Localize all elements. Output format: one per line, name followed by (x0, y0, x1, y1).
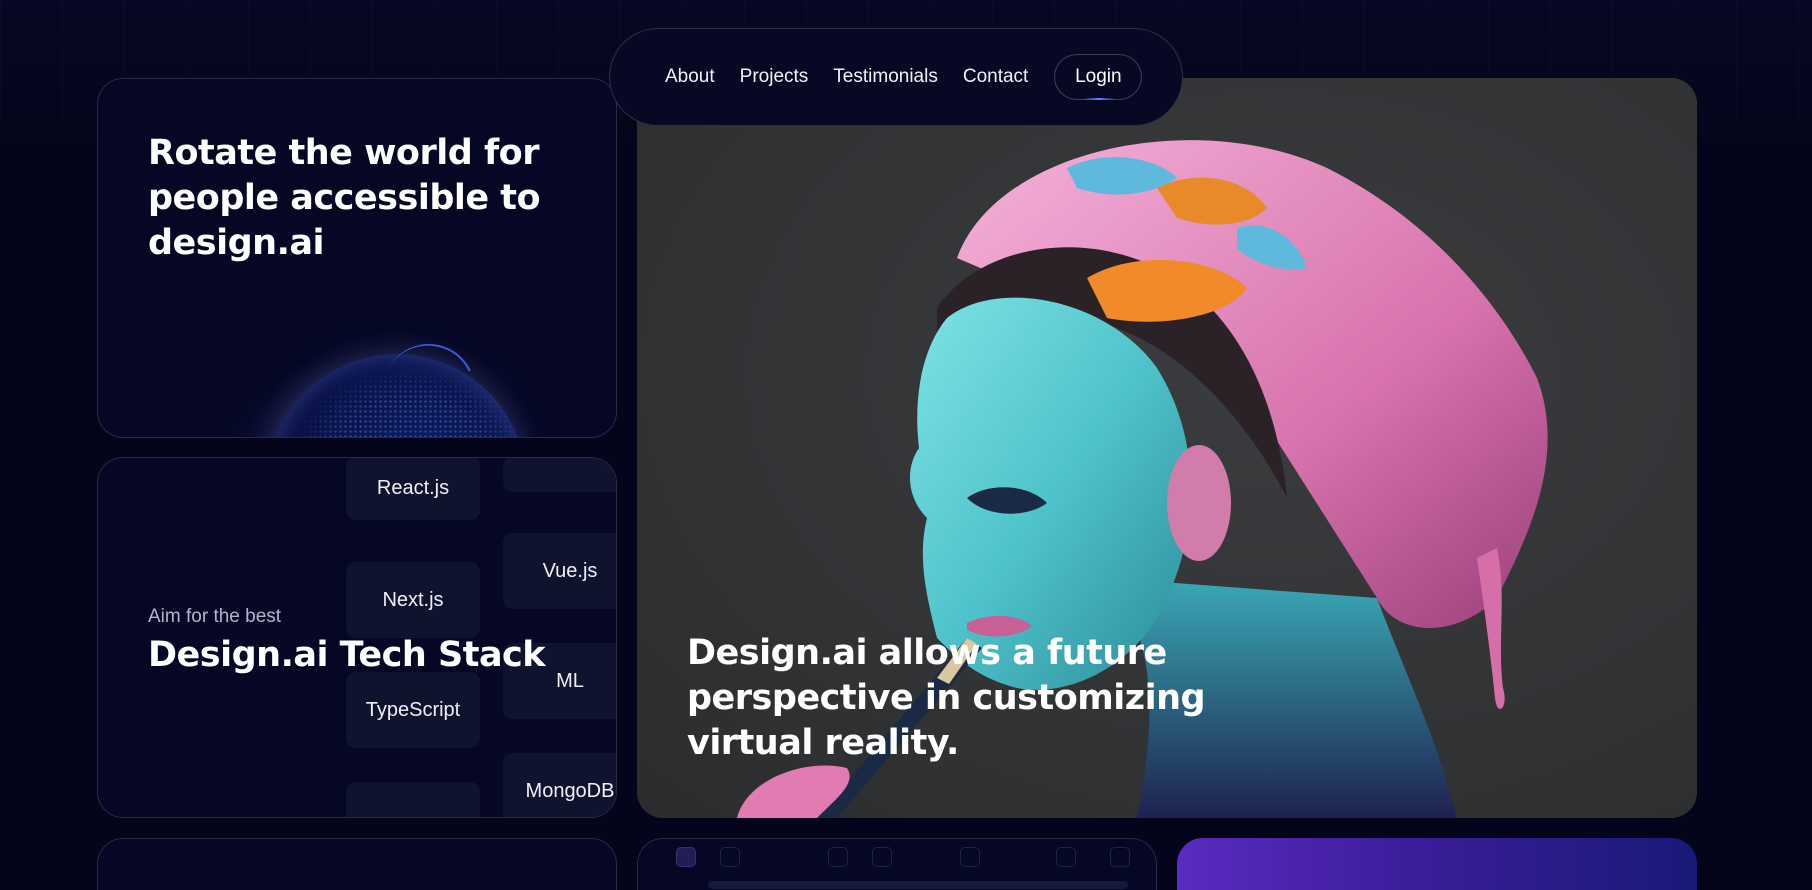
tech-stack-card: React.js Next.js TypeScript Vue.js ML Mo… (97, 457, 617, 818)
nav-link-about[interactable]: About (665, 66, 715, 88)
progress-track (708, 881, 1128, 889)
grid-square (1110, 847, 1130, 867)
tech-chip-empty-right (503, 458, 616, 492)
grid-square (1056, 847, 1076, 867)
grid-square (872, 847, 892, 867)
page: About Projects Testimonials Contact Logi… (0, 0, 1812, 890)
bottom-card-left (97, 838, 617, 890)
tech-chip-vuejs: Vue.js (503, 533, 616, 609)
globe-illustration (158, 259, 616, 437)
nav-link-projects[interactable]: Projects (740, 66, 809, 88)
grid-square (676, 847, 696, 867)
globe-card: Rotate the world for people accessible t… (97, 78, 617, 438)
login-button[interactable]: Login (1054, 54, 1143, 100)
tech-chip-empty-left (346, 782, 480, 817)
grid-square (828, 847, 848, 867)
tech-chip-mongodb: MongoDB (503, 753, 616, 817)
tech-chip-typescript: TypeScript (346, 672, 480, 748)
tech-chip-react: React.js (346, 458, 480, 520)
grid-square (960, 847, 980, 867)
bottom-card-gradient (1177, 838, 1697, 890)
bottom-card-middle (637, 838, 1157, 890)
nav-link-testimonials[interactable]: Testimonials (833, 66, 938, 88)
nav-link-contact[interactable]: Contact (963, 66, 1028, 88)
tech-chip-nextjs: Next.js (346, 562, 480, 638)
hero-card: Design.ai allows a future perspective in… (637, 78, 1697, 818)
tech-stack-subtitle: Aim for the best (148, 606, 282, 627)
globe-card-title: Rotate the world for people accessible t… (148, 133, 541, 263)
grid-square (720, 847, 740, 867)
top-navigation: About Projects Testimonials Contact Logi… (609, 28, 1183, 126)
hero-caption: Design.ai allows a future perspective in… (687, 633, 1206, 763)
tech-stack-title: Design.ai Tech Stack (148, 635, 546, 675)
